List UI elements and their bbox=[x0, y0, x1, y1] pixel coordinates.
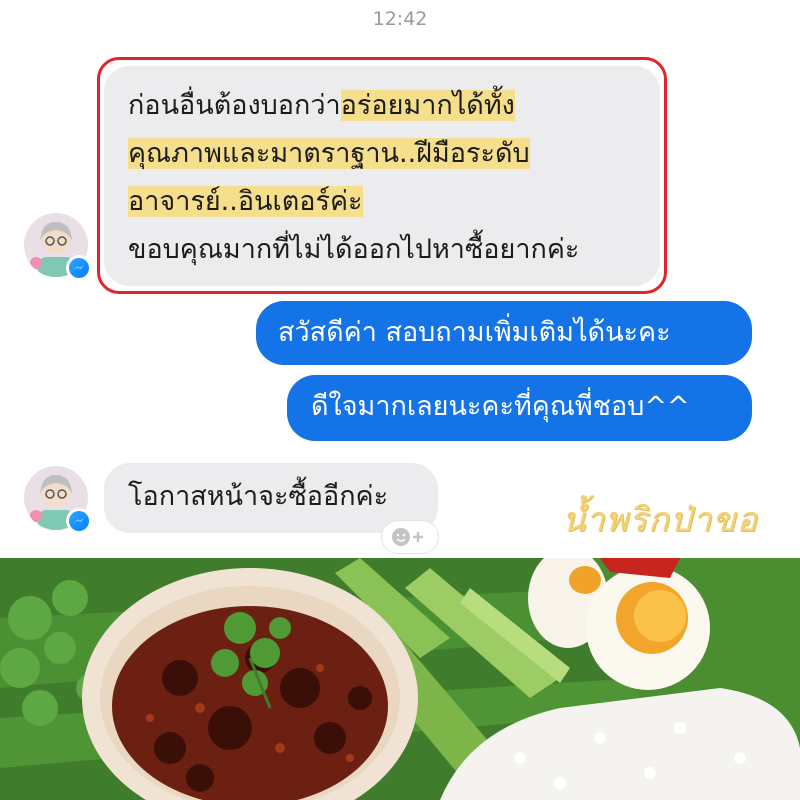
received-message-bubble[interactable]: ก่อนอื่นต้องบอกว่าอร่อยมากได้ทั้ง คุณภาพ… bbox=[104, 66, 660, 286]
sent-message-text: สวัสดีค่า สอบถามเพิ่มเติมได้นะคะ bbox=[278, 317, 671, 348]
sent-message-text: ดีใจมากเลยนะคะที่คุณพี่ชอบ^^ bbox=[311, 391, 690, 422]
add-reaction-button[interactable] bbox=[381, 520, 439, 554]
timestamp: 12:42 bbox=[372, 8, 428, 30]
message-line: อาจารย์..อินเตอร์ค่ะ bbox=[128, 186, 363, 217]
watermark-text: น้ำพริกป่าขอ bbox=[562, 500, 758, 540]
received-message-text: โอกาสหน้าจะซื้ออีกค่ะ bbox=[128, 481, 389, 512]
messenger-icon bbox=[69, 258, 89, 278]
messenger-icon bbox=[69, 511, 89, 531]
add-reaction-icon bbox=[392, 528, 423, 546]
message-line: ขอบคุณมากที่ไม่ได้ออกไปหาซื้อยากค่ะ bbox=[128, 234, 580, 265]
sent-message-bubble[interactable]: สวัสดีค่า สอบถามเพิ่มเติมได้นะคะ bbox=[256, 301, 752, 365]
food-photo bbox=[0, 558, 800, 800]
avatar[interactable] bbox=[24, 466, 92, 534]
sent-message-bubble[interactable]: ดีใจมากเลยนะคะที่คุณพี่ชอบ^^ bbox=[287, 375, 752, 441]
message-line: คุณภาพและมาตราฐาน..ฝีมือระดับ bbox=[128, 138, 530, 169]
messenger-badge bbox=[66, 508, 92, 534]
messenger-badge bbox=[66, 255, 92, 281]
avatar[interactable] bbox=[24, 213, 92, 281]
message-line: ก่อนอื่นต้องบอกว่าอร่อยมากได้ทั้ง bbox=[128, 90, 515, 121]
